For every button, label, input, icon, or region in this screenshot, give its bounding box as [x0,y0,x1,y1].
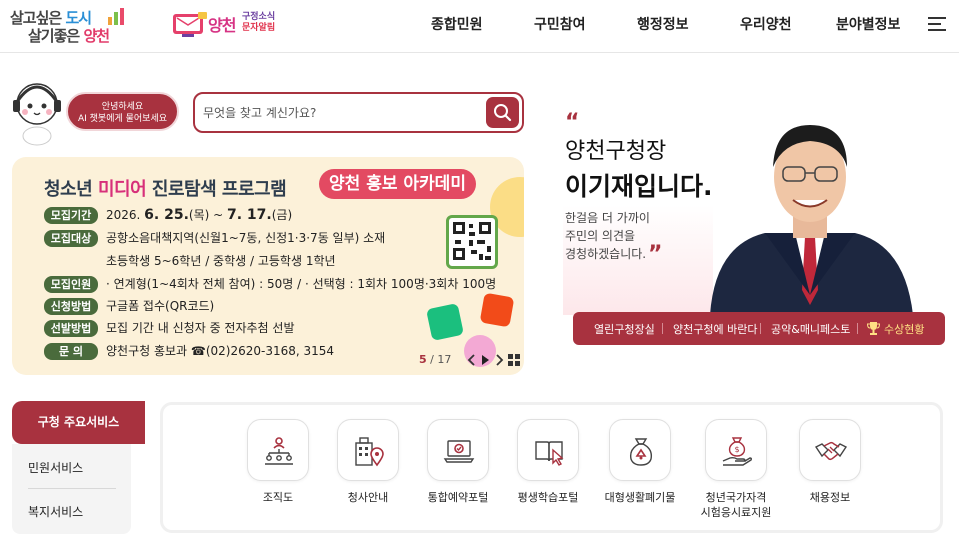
banner-row-selection: 선발방법 모집 기간 내 신청자 중 전자추첨 선발 [44,319,295,337]
nav-item-our-yangcheon[interactable]: 우리양천 [740,14,792,34]
tab-welfare-services[interactable]: 복지서비스 [28,503,83,520]
grid-view-icon[interactable] [508,354,520,366]
banner-title: 청소년 미디어 진로탐색 프로그램 [44,179,287,200]
nav-item-participation[interactable]: 구민참여 [534,14,586,34]
open-quote-icon: “ [565,110,580,135]
service-item-youth-exam-support[interactable]: $ 청년국가자격 시험응시료지원 [691,419,781,520]
send-icon [426,303,464,341]
trophy-icon [867,322,880,335]
news-title: 구정소식 문자알림 [242,12,276,33]
menu-icon[interactable] [928,17,946,31]
chatbot-bubble[interactable]: 안녕하세요 AI 챗봇에게 물어보세요 [66,92,179,131]
search-button[interactable] [486,97,519,128]
qr-code-icon [446,215,498,269]
tab-civil-services[interactable]: 민원서비스 [28,459,83,476]
music-note-icon [479,292,515,328]
site-logo[interactable]: 살고싶은 도시 살기좋은 양천 [10,5,150,47]
mayor-message: 한걸음 더 가까이 주민의 의견을 경청하겠습니다. [565,211,650,261]
building-location-icon [337,419,399,481]
service-item-org-chart[interactable]: 조직도 [233,419,323,505]
banner-row-target: 모집대상 공항소음대책지역(신월1~7동, 신정1·3·7동 일부) 소재 [44,229,385,247]
logo-chart-icon [108,8,124,25]
money-hand-icon: $ [705,419,767,481]
service-item-jobs[interactable]: 채용정보 [785,419,875,505]
banner-row-period: 모집기간 2026. 6. 25.(목) ~ 7. 17.(금) [44,206,292,224]
header: 살고싶은 도시 살기좋은 양천 양천 구정소식 문자알림 종합민원 구민참여 행… [0,0,959,53]
service-item-label: 청년국가자격 시험응시료지원 [700,491,772,519]
banner-pager-count: 5 / 17 [419,353,452,366]
search-box [193,92,524,133]
tv-mail-icon [173,12,207,37]
service-tab-list: 민원서비스 복지서비스 [12,444,131,534]
book-cursor-icon [517,419,579,481]
handshake-icon [799,419,861,481]
recycle-bag-icon [609,419,671,481]
service-item-label: 청사안내 [347,491,389,504]
service-item-label: 채용정보 [809,491,851,504]
nav-item-field-info[interactable]: 분야별정보 [836,14,900,34]
logo-line2: 살기좋은 양천 [28,27,110,45]
search-icon [494,104,512,122]
mayor-portrait [710,125,913,315]
service-item-bulky-waste[interactable]: 대형생활폐기물 [595,419,685,505]
banner-row-apply: 신청방법 구글폼 접수(QR코드) [44,297,214,315]
banner-row-contact: 문 의 양천구청 홍보과 ☎(02)2620-3168, 3154 [44,342,334,360]
banner-pager: 5 / 17 [412,351,522,369]
play-icon[interactable] [480,354,490,366]
tab-main-services[interactable]: 구청 주요서비스 [12,401,145,444]
link-petition[interactable]: 양천구청에 바란다 [673,321,757,337]
laptop-booking-icon [427,419,489,481]
service-panel: 조직도 청사안내 통합예약포털 평생학습포털 대형생활폐기물 $ 청년국가자격 … [160,402,943,533]
mayor-links-bar: 열린구청장실 양천구청에 바란다 공약&매니페스토 수상현황 [573,312,945,345]
service-item-office-guide[interactable]: 청사안내 [323,419,413,505]
news-brand: 양천 [208,16,236,35]
banner-row-target-detail: 초등학생 5~6학년 / 중학생 / 고등학생 1학년 [106,254,336,268]
next-icon[interactable] [494,354,504,366]
mayor-title: 양천구청장 [565,139,667,164]
banner-academy-pill: 양천 홍보 아카데미 [319,169,476,199]
close-quote-icon: ” [648,242,663,267]
promo-banner[interactable]: 청소년 미디어 진로탐색 프로그램 양천 홍보 아카데미 모집기간 2026. 6… [12,157,524,375]
chatbot-greeting: 안녕하세요 [101,102,144,112]
mayor-name: 이기재입니다. [565,172,713,201]
banner-row-quota: 모집인원 · 연계형(1~4회차 전체 참여) : 50명 / · 선택형 : 1… [44,275,496,293]
service-item-reservation-portal[interactable]: 통합예약포털 [413,419,503,505]
tab-divider [28,488,116,489]
link-awards[interactable]: 수상현황 [884,321,924,337]
news-alert-banner[interactable]: 양천 구정소식 문자알림 [172,8,282,44]
service-item-label: 평생학습포털 [517,491,579,504]
search-input[interactable] [203,103,483,123]
service-item-label: 조직도 [262,491,294,504]
service-item-label: 대형생활폐기물 [604,491,676,504]
nav-item-admin-info[interactable]: 행정정보 [637,14,689,34]
link-open-mayor-office[interactable]: 열린구청장실 [594,321,655,337]
chatbot-prompt: AI 챗봇에게 물어보세요 [77,114,168,124]
service-item-learning-portal[interactable]: 평생학습포털 [503,419,593,505]
svg-text:$: $ [734,445,739,454]
service-item-label: 통합예약포털 [427,491,489,504]
prev-icon[interactable] [467,354,477,366]
link-manifesto[interactable]: 공약&매니페스토 [771,321,850,337]
org-chart-icon [247,419,309,481]
chatbot-mascot-icon[interactable] [10,76,64,146]
nav-item-civil-service[interactable]: 종합민원 [431,14,483,34]
